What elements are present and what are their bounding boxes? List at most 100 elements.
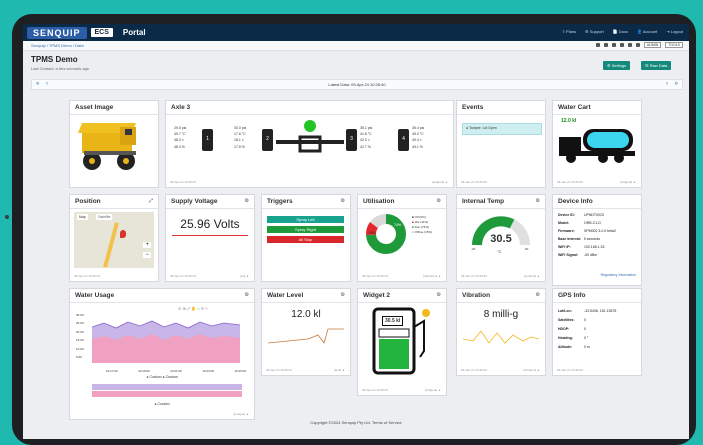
card-timestamp: 09-Jan-24 10:26:40 bbox=[557, 180, 584, 184]
card-title: Axle 3 bbox=[166, 101, 453, 115]
card-title: Vibration ⚙ bbox=[457, 289, 545, 303]
nav-plans[interactable]: ≡ Plans bbox=[563, 29, 576, 34]
position-card: Position ⤢ Map Satellite + − 09-Jan-24 10… bbox=[69, 194, 159, 282]
voltage-value: 25.96 Volts bbox=[180, 217, 240, 231]
card-title: Position ⤢ bbox=[70, 195, 158, 209]
widget-tag[interactable]: [vsi] ▲ bbox=[240, 274, 249, 278]
card-timestamp: 09-Jan-24 10:26:40 bbox=[557, 368, 584, 372]
last-page-icon[interactable]: » bbox=[675, 81, 678, 87]
card-title: Water Cart bbox=[553, 101, 641, 115]
widget-tag[interactable]: [widget1] ▲ bbox=[425, 388, 441, 392]
card-title: Triggers ⚙ bbox=[262, 195, 350, 209]
utilisation-legend: ■ Off (0%) ■ Idle (11%) ■ Run (74%) ■ Of… bbox=[412, 215, 432, 235]
tyre-icon[interactable]: 2 bbox=[262, 129, 273, 151]
regulatory-link[interactable]: Regulatory Information bbox=[601, 273, 636, 277]
zoom-out-icon[interactable]: − bbox=[143, 252, 151, 258]
gear-icon[interactable]: ⚙ bbox=[245, 198, 249, 204]
spray-right-button[interactable]: Spray Right bbox=[267, 226, 344, 233]
device-info-card: Device Info Device ID: UPNDT0023 Model: OR… bbox=[552, 194, 642, 286]
page-title: TPMS Demo bbox=[31, 55, 78, 64]
tool-icon[interactable] bbox=[619, 43, 624, 47]
breadcrumb[interactable]: Senquip / TPMS Demo / Data bbox=[31, 43, 84, 48]
widget-tag[interactable]: [utilisation] ▲ bbox=[423, 274, 441, 278]
last-contact: Last Contact: a few seconds ago bbox=[31, 66, 90, 71]
card-title: Events bbox=[457, 101, 545, 115]
gear-icon[interactable]: ⚙ bbox=[437, 198, 441, 204]
tyre-2-readings: 30.0 psi 17.6 °C 18.1 × 17.5 % bbox=[234, 125, 246, 150]
axle-card: Axle 3 29.0 psi 49.7 °C 48.3 × 48.3 % 1 30.… bbox=[165, 100, 454, 188]
widget-tag[interactable]: [tank] ▲ bbox=[334, 368, 345, 372]
tool-icon[interactable] bbox=[603, 43, 608, 47]
card-title: Device Info bbox=[553, 195, 641, 209]
card-title: GPS Info bbox=[553, 289, 641, 303]
nav-support[interactable]: ⚙ Support bbox=[585, 29, 604, 34]
expand-icon[interactable]: ⤢ bbox=[149, 198, 153, 204]
spray-left-button[interactable]: Spray Left bbox=[267, 216, 344, 223]
map-tab[interactable]: Map bbox=[77, 214, 88, 220]
map-pin-icon[interactable] bbox=[120, 230, 126, 238]
tyre-battery: 49.1 % bbox=[412, 144, 423, 149]
tools-button[interactable]: TOOLS bbox=[665, 42, 683, 48]
hdop-row: HDOP: 0 bbox=[558, 327, 586, 331]
tool-icon[interactable] bbox=[627, 43, 632, 47]
nav-logout[interactable]: ⇥ Logout bbox=[666, 29, 683, 34]
satellite-tab[interactable]: Satellite bbox=[96, 214, 113, 220]
vibration-card: Vibration ⚙ 8 milli-g 09-Jan-24 10:26:40 … bbox=[456, 288, 546, 376]
wifi-ip-row: WiFi IP: 192.168.1.33 bbox=[558, 245, 605, 249]
card-timestamp: 09-Jan-24 10:26:40 bbox=[461, 274, 488, 278]
tool-icon[interactable] bbox=[595, 43, 600, 47]
nav-account[interactable]: 👤 Account bbox=[637, 29, 657, 34]
tyre-battery: 48.3 % bbox=[174, 144, 185, 149]
all-stop-button[interactable]: All Stop bbox=[267, 236, 344, 243]
zoom-in-icon[interactable]: + bbox=[143, 242, 151, 248]
tyre-icon[interactable]: 3 bbox=[346, 129, 357, 151]
widget-tag[interactable]: [ambient] ▲ bbox=[524, 274, 540, 278]
widget-tag[interactable]: [usage1] ▲ bbox=[234, 412, 249, 416]
gear-icon[interactable]: ⚙ bbox=[437, 292, 441, 298]
crumb-tools: ADMIN TOOLS bbox=[595, 42, 683, 48]
base-interval-row: Base Interval: 5 seconds bbox=[558, 237, 600, 241]
firmware-row: Firmware: SPM002 3.0.0 beta2 bbox=[558, 229, 616, 233]
card-timestamp: 09-Jan-24 10:26:40 bbox=[461, 368, 488, 372]
internal-temp-card: Internal Temp ⚙ 30.5 °C -20 60 09-Jan-24 … bbox=[456, 194, 546, 282]
tyre-battery: 17.5 % bbox=[234, 144, 245, 149]
next-page-icon[interactable]: › bbox=[666, 81, 668, 87]
map-view[interactable]: Map Satellite + − bbox=[74, 212, 154, 268]
card-timestamp: 09-Jan-24 10:26:40 bbox=[362, 388, 389, 392]
widget-tag[interactable]: [widget1] ▲ bbox=[432, 180, 448, 184]
brand[interactable]: SENQUIP ECS Portal bbox=[27, 26, 146, 39]
tool-icon[interactable] bbox=[635, 43, 640, 47]
water-level-value: 12.0 kl bbox=[291, 309, 321, 320]
tyre-icon[interactable]: 4 bbox=[398, 129, 409, 151]
satellites-row: Satellites: 0 bbox=[558, 318, 586, 322]
gear-icon[interactable]: ⚙ bbox=[245, 292, 249, 298]
nav-docs[interactable]: 📄 Docs bbox=[613, 29, 628, 34]
temp-unit: °C bbox=[497, 249, 502, 254]
tyre-1-readings: 29.0 psi 49.7 °C 48.3 × 48.3 % bbox=[174, 125, 186, 150]
card-timestamp: 09-Jan-24 10:26:40 bbox=[74, 274, 101, 278]
gear-icon[interactable]: ⚙ bbox=[536, 292, 540, 298]
tool-icon[interactable] bbox=[611, 43, 616, 47]
gear-icon[interactable]: ⚙ bbox=[536, 198, 540, 204]
map-road bbox=[103, 222, 119, 268]
x-axis-labels: 10:17:00 10:19:00 10:21:00 10:23:00 10:25:00 bbox=[106, 369, 246, 373]
settings-button[interactable]: ⚙ Settings bbox=[603, 61, 631, 70]
admin-button[interactable]: ADMIN bbox=[643, 42, 662, 48]
widget-tag[interactable]: [widget3] ▲ bbox=[620, 180, 636, 184]
widget-tag[interactable]: [vibration] ▲ bbox=[523, 368, 540, 372]
copyright-footer[interactable]: Copyright ©2024 Senquip Pty Ltd. Terms o… bbox=[23, 420, 689, 425]
usage-chart-bottom bbox=[92, 384, 242, 397]
tablet-camera bbox=[5, 215, 9, 219]
senquip-logo[interactable]: SENQUIP bbox=[27, 26, 87, 39]
gear-icon[interactable]: ⚙ bbox=[341, 198, 345, 204]
gear-icon[interactable]: ⚙ bbox=[341, 292, 345, 298]
event-item[interactable]: ● Tamper: Lid Open bbox=[462, 123, 542, 135]
asset-image-card: Asset Image bbox=[69, 100, 159, 188]
card-timestamp: 09-Jan-24 10:26:40 bbox=[170, 180, 197, 184]
raw-data-button[interactable]: ☰ Raw Data bbox=[641, 61, 672, 70]
tyre-icon[interactable]: 1 bbox=[202, 129, 213, 151]
truck-image bbox=[78, 123, 136, 170]
tyre-battery: 42.7 % bbox=[360, 144, 371, 149]
water-usage-card: Water Usage ⚙ ⊖ ⊕ ⤢ ✋ ⌂ ⟳ ≡ 30.00 25.00 20.… bbox=[69, 288, 255, 420]
app-screen: SENQUIP ECS Portal ≡ Plans ⚙ Support 📄 D… bbox=[23, 24, 689, 439]
